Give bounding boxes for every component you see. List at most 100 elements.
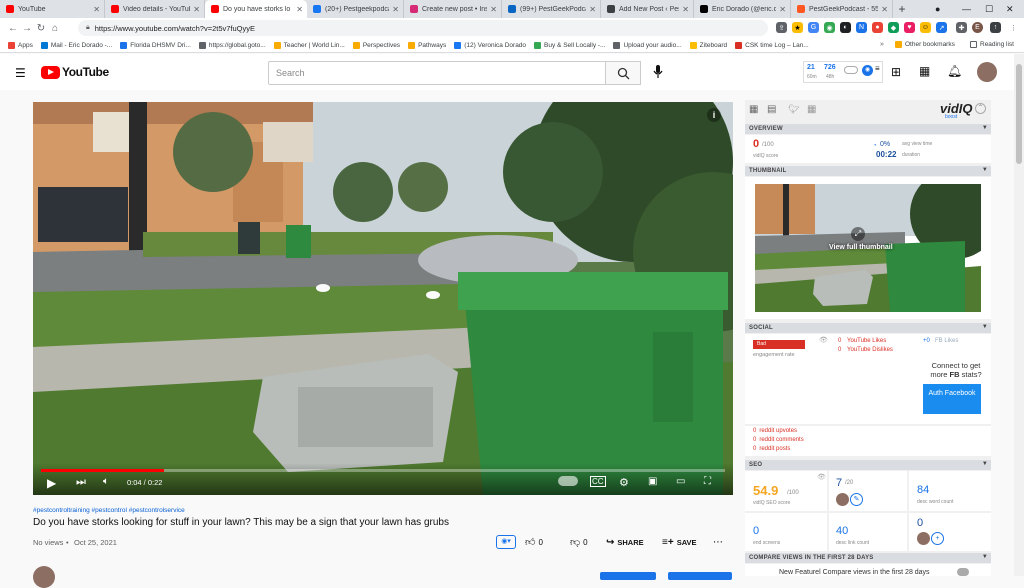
vidiq-inline-button[interactable]: ◉▾ <box>496 535 516 549</box>
bookmark-item[interactable]: (12) Veronica Dorado <box>454 41 526 49</box>
bookmark-item[interactable]: Florida DHSMV Dri... <box>120 41 191 49</box>
close-tab-icon[interactable]: ✕ <box>682 5 689 14</box>
view-full-thumbnail-label[interactable]: View full thumbnail <box>829 244 893 251</box>
back-icon[interactable]: ← <box>6 23 20 34</box>
profile-avatar[interactable]: E <box>972 22 983 33</box>
settings-gear-icon[interactable]: ⚙ <box>619 476 629 489</box>
close-tab-icon[interactable]: ✕ <box>193 5 200 14</box>
bookmark-item[interactable]: CSK time Log – Lan... <box>735 41 809 49</box>
hashtags[interactable]: #pestcontroltraining #pestcontrol #pestc… <box>33 507 185 514</box>
video-player[interactable]: i ▶ ⏭︎ 🔈︎ 0:04 / 0:22 CC ⚙ ▣ ▭ ⛶ <box>33 102 733 495</box>
autoplay-toggle[interactable] <box>558 476 578 486</box>
vidiq-header-stats[interactable]: 21 60m 726 48h ◉ ≡ <box>803 61 883 83</box>
menu-dots-icon[interactable]: ⋮ <box>1008 22 1019 33</box>
more-actions-icon[interactable]: ⋯ <box>713 537 723 548</box>
info-icon[interactable]: i <box>707 108 721 122</box>
other-bookmarks[interactable]: Other bookmarks <box>895 41 955 48</box>
close-tab-icon[interactable]: ✕ <box>93 5 100 14</box>
update-icon[interactable]: ↑ <box>990 22 1001 33</box>
edit-video-button[interactable] <box>668 572 732 580</box>
bookmark-item[interactable]: Buy & Sell Locally -... <box>534 41 605 49</box>
twitter-icon[interactable]: 🐦︎ <box>788 104 799 115</box>
bookmark-item[interactable]: Upload your audio... <box>613 41 682 49</box>
bookmark-item[interactable]: https://global.goto... <box>198 41 266 49</box>
bookmark-star-icon[interactable]: ★ <box>792 22 803 33</box>
account-avatar[interactable] <box>977 62 997 82</box>
bookmark-item[interactable]: Apps <box>8 41 33 49</box>
address-bar[interactable]: 🔒︎ https://www.youtube.com/watch?v=2t5v7… <box>78 20 768 36</box>
theater-mode-icon[interactable]: ▭ <box>676 476 685 487</box>
save-button[interactable]: ≡+ SAVE <box>662 537 697 548</box>
microphone-icon[interactable] <box>653 65 663 84</box>
bookmark-item[interactable]: Perspectives <box>352 41 400 49</box>
share-icon[interactable]: ⇪ <box>776 22 787 33</box>
thumbnail-header[interactable]: THUMBNAIL ▼ <box>745 166 991 176</box>
close-tab-icon[interactable]: ✕ <box>779 5 786 14</box>
reading-list[interactable]: Reading list <box>970 41 1014 48</box>
browser-tab[interactable]: Create new post • Insta ✕ <box>404 0 502 18</box>
bookmark-item[interactable]: Ziteboard <box>689 41 727 49</box>
social-header[interactable]: SOCIAL ▼ <box>745 323 991 333</box>
browser-tab[interactable]: Video details - YouTub ✕ <box>105 0 205 18</box>
captions-icon[interactable]: CC <box>590 476 606 487</box>
browser-tab[interactable]: (20+) Pestgeekpodcas ✕ <box>307 0 404 18</box>
chevron-right-icon[interactable]: » <box>880 41 884 48</box>
maximize-button[interactable]: ☐ <box>985 0 993 18</box>
new-tab-button[interactable]: + <box>893 0 911 18</box>
extension-icon[interactable]: ◆ <box>888 22 899 33</box>
dislike-button[interactable]: 👎︎ 0 <box>570 536 588 548</box>
tab-search-icon[interactable]: ● <box>935 0 940 18</box>
browser-tab[interactable]: YouTube ✕ <box>0 0 105 18</box>
play-icon[interactable]: ▶ <box>47 476 56 490</box>
extension-icon[interactable]: G <box>808 22 819 33</box>
grid-icon[interactable]: ▦ <box>807 104 816 115</box>
youtube-logo[interactable]: YouTube <box>41 65 109 79</box>
page-scrollbar[interactable] <box>1014 54 1024 576</box>
bookmark-item[interactable]: Mail - Eric Dorado -... <box>40 41 112 49</box>
browser-tab[interactable]: Add New Post ‹ Pest G✕ <box>601 0 694 18</box>
volume-icon[interactable]: 🔈︎ <box>103 476 109 487</box>
collapse-icon[interactable]: ⌃ <box>975 103 986 114</box>
cards-add-icon[interactable]: + <box>931 532 944 545</box>
reload-icon[interactable]: ↻ <box>34 23 48 34</box>
vidiq-extension-icon[interactable]: N <box>856 22 867 33</box>
home-icon[interactable]: ⌂ <box>48 23 62 34</box>
browser-tab[interactable]: Eric Dorado (@eric.do ✕ <box>694 0 791 18</box>
close-tab-icon[interactable]: ✕ <box>296 5 303 14</box>
browser-tab[interactable]: PestGeekPodcast - 55 ✕ <box>791 0 893 18</box>
seo-header[interactable]: SEO ▼ <box>745 460 991 470</box>
search-input[interactable]: Search <box>268 61 606 85</box>
notifications-bell-icon[interactable]: 🔔︎ <box>947 64 962 78</box>
overview-header[interactable]: OVERVIEW ▼ <box>745 124 991 134</box>
channel-avatar[interactable] <box>33 566 55 588</box>
close-window-button[interactable]: ✕ <box>1006 0 1014 18</box>
scrollbar-thumb[interactable] <box>1016 64 1022 164</box>
close-tab-icon[interactable]: ✕ <box>881 5 888 14</box>
tags-edit-icon[interactable]: ✎ <box>850 493 863 506</box>
compare-header[interactable]: COMPARE VIEWS IN THE FIRST 28 DAYS ▼ <box>745 553 991 563</box>
grid-view-icon[interactable]: ▦ <box>749 104 758 115</box>
puzzle-icon[interactable]: ✚ <box>956 22 967 33</box>
progress-bar[interactable] <box>41 469 725 472</box>
hamburger-menu-icon[interactable]: ☰ <box>15 66 26 80</box>
search-button[interactable] <box>605 61 641 85</box>
browser-tab[interactable]: Do you have storks lo ✕ <box>205 0 307 18</box>
forward-icon[interactable]: → <box>20 23 34 34</box>
fullscreen-icon[interactable]: ⛶ <box>704 476 711 487</box>
close-tab-icon[interactable]: ✕ <box>392 5 399 14</box>
close-tab-icon[interactable]: ✕ <box>490 5 497 14</box>
extension-icon[interactable]: ☺ <box>920 22 931 33</box>
apps-grid-icon[interactable]: ▦ <box>919 64 930 78</box>
extension-icon[interactable]: ◐ <box>840 22 851 33</box>
like-button[interactable]: 👍︎ 0 <box>525 536 543 548</box>
list-view-icon[interactable]: ▤ <box>767 104 776 115</box>
extension-icon[interactable]: ◉ <box>824 22 835 33</box>
expand-icon[interactable]: ⤢ <box>851 227 865 241</box>
close-tab-icon[interactable]: ✕ <box>589 5 596 14</box>
extension-icon[interactable]: ↗ <box>936 22 947 33</box>
extension-icon[interactable]: ♥ <box>904 22 915 33</box>
bookmark-item[interactable]: Teacher | World Lin... <box>273 41 345 49</box>
browser-tab[interactable]: (99+) PestGeekPodca ✕ <box>502 0 601 18</box>
next-icon[interactable]: ⏭︎ <box>76 476 86 489</box>
auth-facebook-button[interactable]: Auth Facebook <box>923 384 981 414</box>
